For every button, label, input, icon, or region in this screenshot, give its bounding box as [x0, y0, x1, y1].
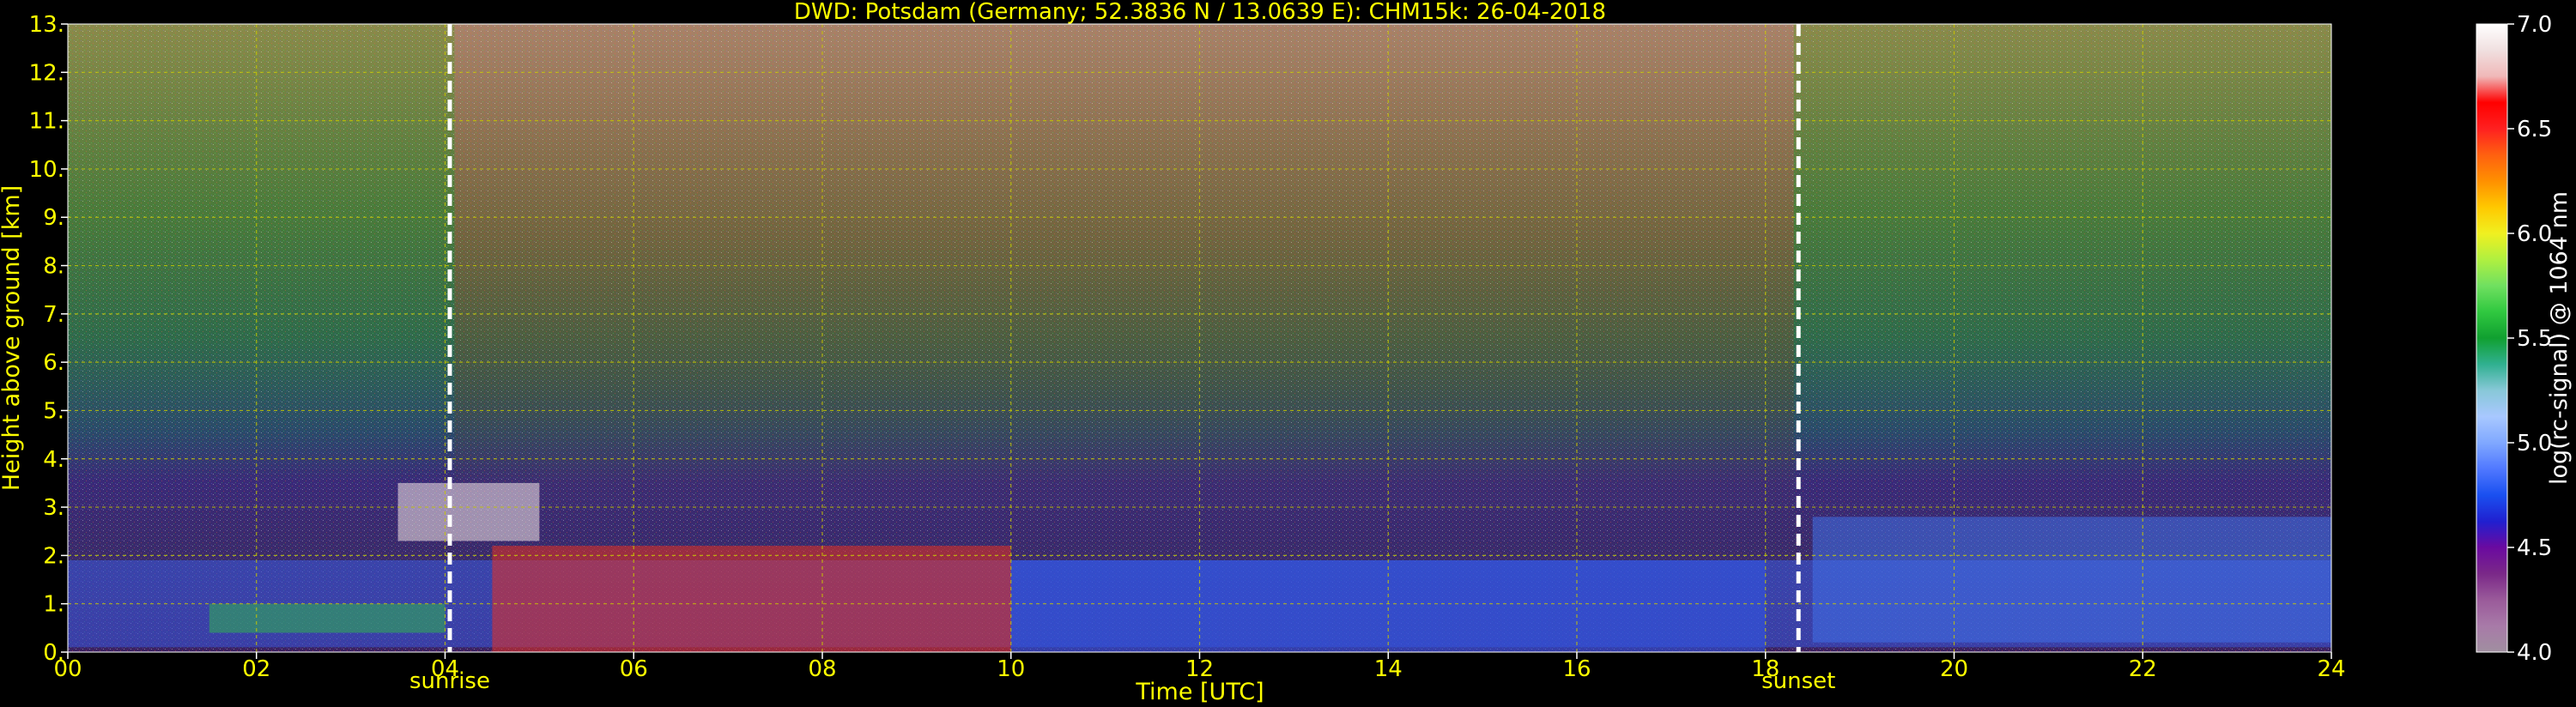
- y-tick-label: 4.: [43, 447, 64, 473]
- y-tick-label: 13.: [29, 12, 64, 38]
- x-tick-label: 06: [620, 656, 648, 682]
- y-tick-label: 8.: [43, 254, 64, 280]
- y-tick-label: 11.: [29, 109, 64, 135]
- x-tick-label: 16: [1562, 656, 1591, 682]
- signal-layer: [397, 482, 540, 541]
- y-tick-label: 1.: [43, 592, 64, 618]
- x-tick-label: 14: [1374, 656, 1403, 682]
- y-axis-label: Height above ground [km]: [0, 185, 25, 491]
- signal-layer: [209, 603, 445, 633]
- colorbar-tick-label: 6.5: [2517, 117, 2552, 142]
- y-tick-label: 2.: [43, 543, 64, 569]
- colorbar-tick-label: 4.0: [2517, 640, 2552, 666]
- colorbar-tick-label: 7.0: [2517, 12, 2552, 38]
- y-tick-label: 6.: [43, 350, 64, 376]
- x-tick-label: 08: [808, 656, 836, 682]
- x-axis-label: Time [UTC]: [1135, 679, 1264, 705]
- colorbar-label: log(rc-signal) @ 1064 nm: [2546, 191, 2573, 485]
- colorbar: 4.04.55.05.56.06.57.0 log(rc-signal) @ 1…: [2476, 12, 2573, 666]
- x-tick-label: 04: [431, 656, 459, 682]
- x-tick-label: 00: [53, 656, 82, 682]
- y-tick-label: 7.: [43, 302, 64, 328]
- plot-area: sunrise sunset: [67, 23, 2332, 694]
- y-tick-label: 9.: [43, 205, 64, 231]
- chart-title: DWD: Potsdam (Germany; 52.3836 N / 13.06…: [794, 0, 1606, 25]
- y-tick-label: 12.: [29, 60, 64, 86]
- x-tick-label: 24: [2317, 656, 2345, 682]
- x-tick-label: 22: [2129, 656, 2157, 682]
- x-tick-label: 20: [1940, 656, 1968, 682]
- x-tick-label: 10: [997, 656, 1025, 682]
- y-axis-ticks: 0.1.2.3.4.5.6.7.8.9.10.11.12.13.: [29, 12, 68, 666]
- x-axis-ticks: 00 02 04 06 08 10 12 14 16 18 20 22 24: [53, 652, 2346, 682]
- y-tick-label: 3.: [43, 495, 64, 521]
- signal-layer: [492, 546, 1011, 652]
- x-tick-label: 02: [242, 656, 270, 682]
- x-tick-label: 18: [1751, 656, 1779, 682]
- y-tick-label: 5.: [43, 398, 64, 424]
- signal-layer: [1812, 517, 2331, 643]
- colorbar-tick-label: 4.5: [2517, 535, 2552, 561]
- lidar-chart: sunrise sunset 0.1.2.3.4.5.6.7.8.9.10.11.…: [0, 0, 2573, 705]
- y-tick-label: 10.: [29, 157, 64, 183]
- colorbar-scale: [2476, 23, 2508, 653]
